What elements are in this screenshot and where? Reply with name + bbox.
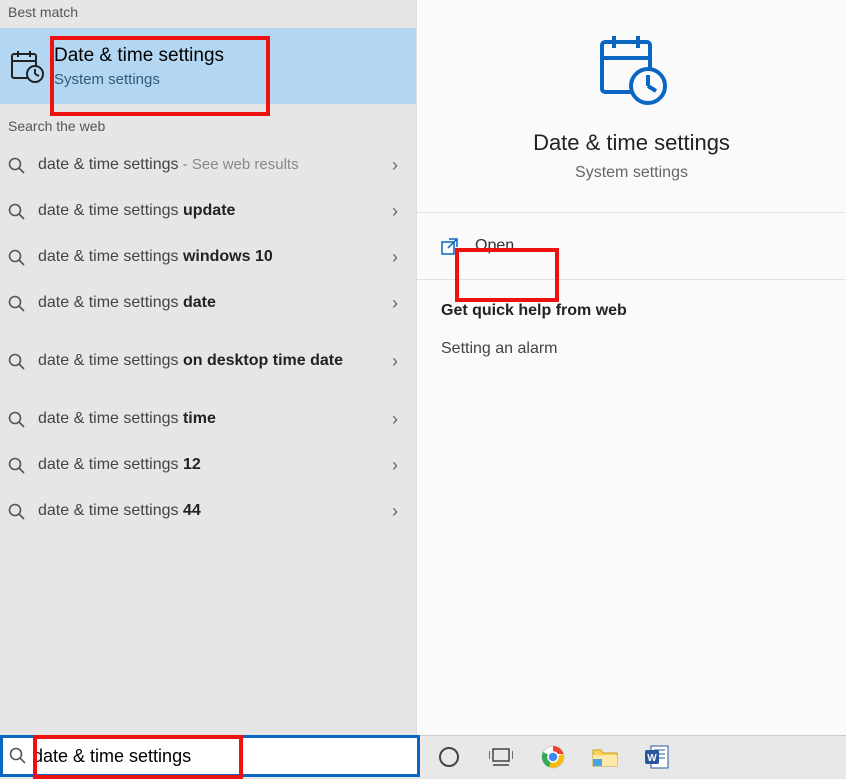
open-icon — [441, 237, 459, 255]
windows-search-box[interactable] — [0, 735, 420, 777]
chevron-right-icon: › — [392, 293, 398, 314]
search-icon — [9, 747, 33, 765]
open-label: Open — [475, 237, 514, 255]
search-icon — [8, 409, 38, 429]
chevron-right-icon: › — [392, 201, 398, 222]
chevron-right-icon: › — [392, 155, 398, 176]
search-icon — [8, 351, 38, 371]
web-result[interactable]: date & time settings on desktop time dat… — [0, 326, 416, 396]
web-result-label: date & time settings on desktop time dat… — [38, 351, 416, 371]
web-result[interactable]: date & time settings windows 10› — [0, 234, 416, 280]
web-result[interactable]: date & time settings time› — [0, 396, 416, 442]
help-heading: Get quick help from web — [441, 302, 822, 320]
web-result-label: date & time settings - See web results — [38, 155, 416, 175]
web-result[interactable]: date & time settings update› — [0, 188, 416, 234]
chevron-right-icon: › — [392, 247, 398, 268]
chevron-right-icon: › — [392, 455, 398, 476]
web-result-label: date & time settings time — [38, 409, 416, 429]
web-result-label: date & time settings date — [38, 293, 416, 313]
web-result-label: date & time settings 44 — [38, 501, 416, 521]
best-match-label: Best match — [0, 0, 416, 28]
chrome-icon[interactable] — [540, 744, 566, 770]
svg-text:W: W — [647, 753, 657, 764]
web-result[interactable]: date & time settings date› — [0, 280, 416, 326]
best-match-subtitle: System settings — [54, 71, 224, 88]
web-results-list: date & time settings - See web results›d… — [0, 142, 416, 534]
open-action[interactable]: Open — [417, 213, 846, 279]
cortana-icon[interactable] — [436, 744, 462, 770]
preview-title: Date & time settings — [427, 130, 836, 156]
search-icon — [8, 293, 38, 313]
chevron-right-icon: › — [392, 501, 398, 522]
chevron-right-icon: › — [392, 409, 398, 430]
search-web-label: Search the web — [0, 104, 416, 142]
web-result[interactable]: date & time settings - See web results› — [0, 142, 416, 188]
web-result[interactable]: date & time settings 44› — [0, 488, 416, 534]
file-explorer-icon[interactable] — [592, 744, 618, 770]
date-time-icon — [6, 49, 48, 83]
date-time-icon — [592, 30, 672, 110]
search-icon — [8, 155, 38, 175]
search-results-panel: Best match Date & time settings System s… — [0, 0, 416, 735]
preview-hero: Date & time settings System settings — [417, 0, 846, 212]
chevron-right-icon: › — [392, 351, 398, 372]
search-icon — [8, 501, 38, 521]
preview-panel: Date & time settings System settings Ope… — [416, 0, 846, 735]
word-icon[interactable]: W — [644, 744, 670, 770]
help-link[interactable]: Setting an alarm — [441, 340, 822, 358]
best-match-title: Date & time settings — [54, 45, 224, 67]
web-result-label: date & time settings 12 — [38, 455, 416, 475]
search-icon — [8, 247, 38, 267]
task-view-icon[interactable] — [488, 744, 514, 770]
search-input[interactable] — [33, 738, 417, 774]
web-result-label: date & time settings update — [38, 201, 416, 221]
taskbar: W — [0, 735, 846, 777]
search-icon — [8, 455, 38, 475]
preview-subtitle: System settings — [427, 164, 836, 182]
search-icon — [8, 201, 38, 221]
best-match-result[interactable]: Date & time settings System settings — [0, 28, 416, 104]
web-result[interactable]: date & time settings 12› — [0, 442, 416, 488]
web-result-label: date & time settings windows 10 — [38, 247, 416, 267]
